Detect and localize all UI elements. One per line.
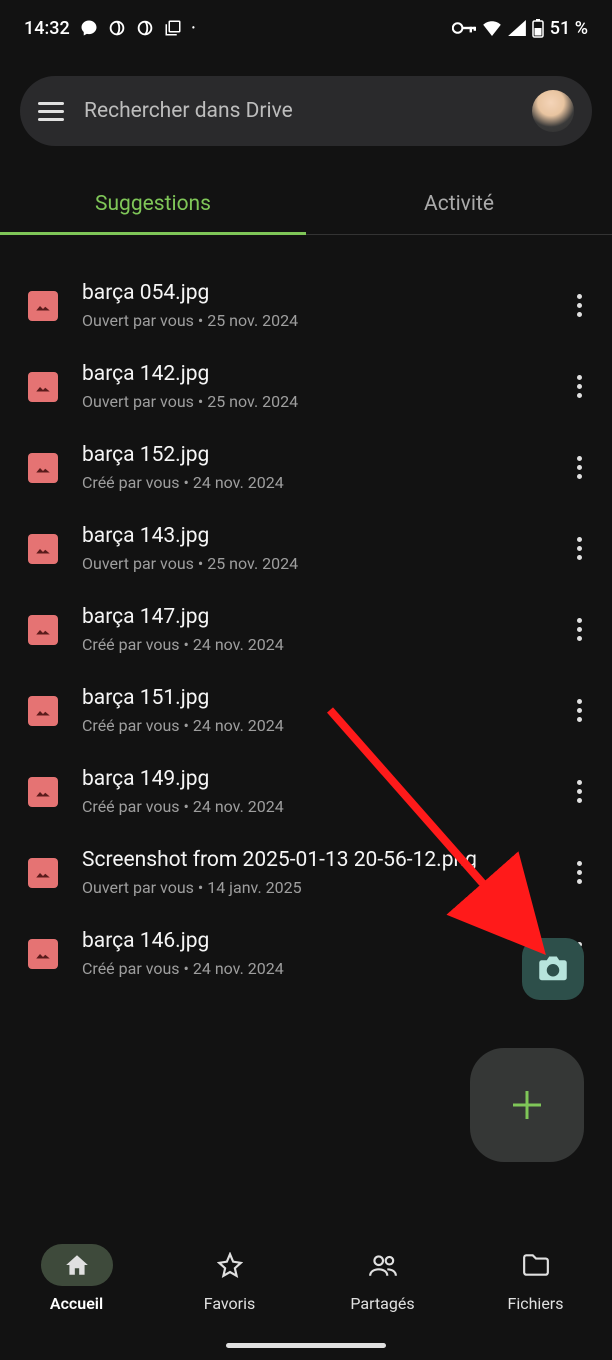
more-options-icon[interactable] <box>567 286 592 325</box>
file-meta: Ouvert par vous • 25 nov. 2024 <box>82 311 543 330</box>
more-options-icon[interactable] <box>567 772 592 811</box>
file-meta: Ouvert par vous • 25 nov. 2024 <box>82 554 543 573</box>
vpn-key-icon <box>452 21 476 35</box>
home-icon <box>64 1252 90 1278</box>
battery-icon <box>532 18 544 38</box>
more-options-icon[interactable] <box>567 529 592 568</box>
more-options-icon[interactable] <box>567 367 592 406</box>
file-item[interactable]: barça 149.jpg Créé par vous • 24 nov. 20… <box>0 751 612 832</box>
tab-suggestions[interactable]: Suggestions <box>0 176 306 235</box>
file-meta: Ouvert par vous • 14 janv. 2025 <box>82 878 543 897</box>
file-meta: Créé par vous • 24 nov. 2024 <box>82 473 543 492</box>
image-file-icon <box>28 453 58 483</box>
file-name: barça 142.jpg <box>82 362 543 386</box>
nav-label: Favoris <box>204 1294 256 1313</box>
file-item[interactable]: Screenshot from 2025-01-13 20-56-12.png … <box>0 832 612 913</box>
file-item[interactable]: barça 143.jpg Ouvert par vous • 25 nov. … <box>0 508 612 589</box>
file-name: barça 149.jpg <box>82 767 543 791</box>
file-name: barça 147.jpg <box>82 605 543 629</box>
wifi-icon <box>482 20 502 36</box>
more-options-icon[interactable] <box>567 448 592 487</box>
file-item[interactable]: barça 054.jpg Ouvert par vous • 25 nov. … <box>0 265 612 346</box>
image-file-icon <box>28 372 58 402</box>
status-bar: 14:32 • 51 % <box>0 0 612 56</box>
avatar[interactable] <box>532 90 574 132</box>
folder-icon <box>522 1253 550 1277</box>
file-meta: Ouvert par vous • 25 nov. 2024 <box>82 392 543 411</box>
edge-icon <box>136 19 154 37</box>
multitask-icon <box>164 19 182 37</box>
people-icon <box>368 1252 398 1278</box>
bottom-nav: Accueil Favoris Partagés Fichiers <box>0 1230 612 1360</box>
clock-time: 14:32 <box>24 18 70 39</box>
file-item[interactable]: barça 147.jpg Créé par vous • 24 nov. 20… <box>0 589 612 670</box>
plus-icon <box>507 1085 547 1125</box>
file-name: barça 151.jpg <box>82 686 543 710</box>
edge-icon <box>108 19 126 37</box>
file-name: barça 152.jpg <box>82 443 543 467</box>
file-item[interactable]: barça 152.jpg Créé par vous • 24 nov. 20… <box>0 427 612 508</box>
chat-bubble-icon <box>80 19 98 37</box>
fab-add-button[interactable] <box>470 1048 584 1162</box>
signal-icon <box>508 20 526 36</box>
battery-percent: 51 % <box>550 18 588 39</box>
file-meta: Créé par vous • 24 nov. 2024 <box>82 797 543 816</box>
more-options-icon[interactable] <box>567 691 592 730</box>
tabs: Suggestions Activité <box>0 176 612 235</box>
image-file-icon <box>28 777 58 807</box>
image-file-icon <box>28 534 58 564</box>
nav-label: Accueil <box>50 1294 103 1313</box>
search-bar[interactable]: Rechercher dans Drive <box>20 76 592 146</box>
search-placeholder: Rechercher dans Drive <box>84 99 512 123</box>
file-meta: Créé par vous • 24 nov. 2024 <box>82 959 543 978</box>
file-item[interactable]: barça 151.jpg Créé par vous • 24 nov. 20… <box>0 670 612 751</box>
hamburger-menu-icon[interactable] <box>38 102 64 121</box>
nav-label: Fichiers <box>508 1294 564 1313</box>
fab-camera-button[interactable] <box>522 938 584 1000</box>
image-file-icon <box>28 696 58 726</box>
file-name: barça 054.jpg <box>82 281 543 305</box>
nav-home[interactable]: Accueil <box>0 1244 153 1360</box>
home-indicator[interactable] <box>226 1343 386 1348</box>
file-item[interactable]: barça 142.jpg Ouvert par vous • 25 nov. … <box>0 346 612 427</box>
camera-icon <box>538 956 568 982</box>
nav-files[interactable]: Fichiers <box>459 1244 612 1360</box>
tab-activity[interactable]: Activité <box>306 176 612 235</box>
file-meta: Créé par vous • 24 nov. 2024 <box>82 716 543 735</box>
star-icon <box>217 1252 243 1278</box>
more-options-icon[interactable] <box>567 610 592 649</box>
image-file-icon <box>28 615 58 645</box>
file-item[interactable]: barça 146.jpg Créé par vous • 24 nov. 20… <box>0 913 612 994</box>
file-meta: Créé par vous • 24 nov. 2024 <box>82 635 543 654</box>
file-name: Screenshot from 2025-01-13 20-56-12.png <box>82 848 543 872</box>
image-file-icon <box>28 939 58 969</box>
image-file-icon <box>28 858 58 888</box>
nav-label: Partagés <box>350 1294 414 1313</box>
file-name: barça 143.jpg <box>82 524 543 548</box>
file-name: barça 146.jpg <box>82 929 543 953</box>
file-list: barça 054.jpg Ouvert par vous • 25 nov. … <box>0 235 612 994</box>
more-options-icon[interactable] <box>567 853 592 892</box>
image-file-icon <box>28 291 58 321</box>
dot-indicator: • <box>192 23 196 34</box>
